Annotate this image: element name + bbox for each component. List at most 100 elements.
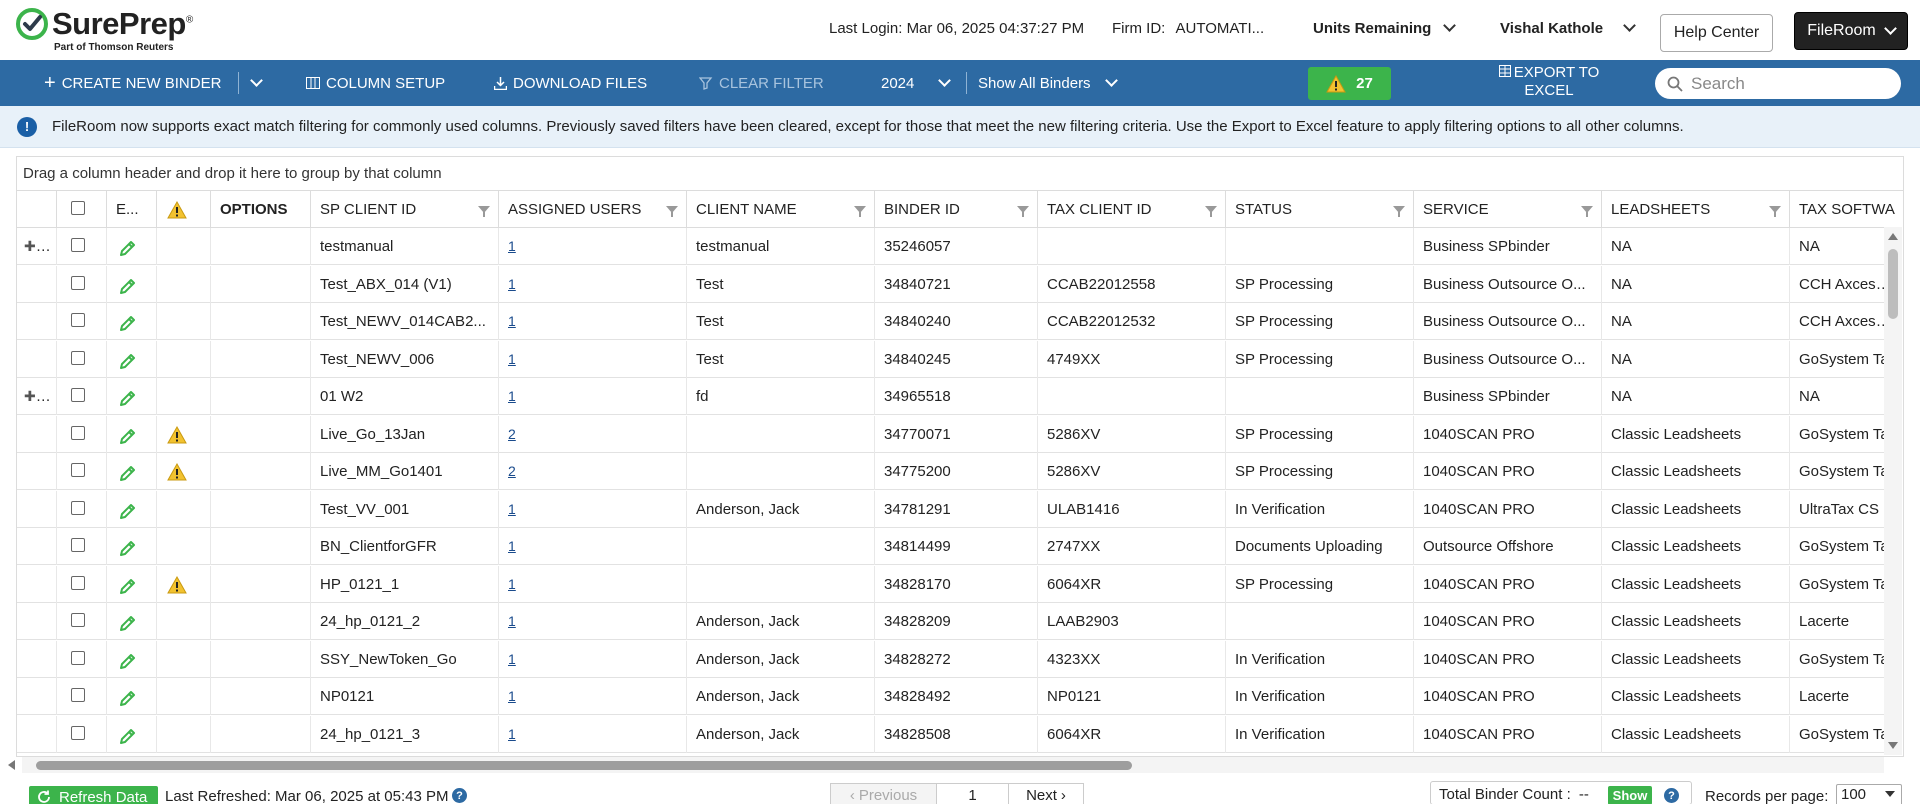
row-checkbox[interactable] — [71, 275, 85, 290]
options-cell[interactable] — [211, 528, 311, 565]
assigned-users-link[interactable]: 1 — [499, 678, 687, 715]
options-cell[interactable] — [211, 490, 311, 528]
assigned-users-link[interactable]: 1 — [499, 490, 687, 528]
filter-icon[interactable] — [1581, 206, 1593, 217]
select-all-checkbox[interactable] — [71, 201, 85, 215]
edit-cell[interactable] — [107, 603, 157, 640]
pencil-icon[interactable] — [118, 238, 138, 258]
row-checkbox[interactable] — [71, 388, 85, 402]
pencil-icon[interactable] — [118, 351, 138, 371]
row-checkbox[interactable] — [71, 538, 85, 552]
year-select[interactable]: 2024 — [881, 60, 952, 106]
edit-cell[interactable] — [107, 228, 157, 265]
row-select-cell[interactable] — [57, 678, 107, 715]
pencil-icon[interactable] — [118, 501, 138, 521]
assigned-users-link[interactable]: 1 — [499, 228, 687, 265]
row-select-cell[interactable] — [57, 490, 107, 528]
user-menu[interactable]: Vishal Kathole — [1500, 19, 1636, 37]
options-cell[interactable] — [211, 715, 311, 753]
pencil-icon[interactable] — [118, 651, 138, 671]
header-assigned-users[interactable]: Assigned Users — [499, 191, 687, 228]
edit-cell[interactable] — [107, 490, 157, 528]
assigned-users-link[interactable]: 1 — [499, 715, 687, 753]
refresh-data-button[interactable]: Refresh Data — [29, 786, 158, 804]
options-cell[interactable] — [211, 678, 311, 715]
assigned-users-link[interactable]: 2 — [499, 415, 687, 453]
table-row[interactable]: 24_hp_0121_2 1 Anderson, Jack 34828209 LAAB2… — [17, 603, 1887, 640]
assigned-users-link[interactable]: 1 — [499, 265, 687, 303]
binder-filter-select[interactable]: Show All Binders — [978, 60, 1118, 106]
table-row[interactable]: ✚ .. 01 W2 1 fd 34965518 Business SPbinder NA N… — [17, 378, 1887, 415]
row-select-cell[interactable] — [57, 265, 107, 303]
next-page-button[interactable]: Next › — [1009, 783, 1084, 804]
header-sp-client-id[interactable]: SP Client ID — [311, 191, 499, 228]
header-status[interactable]: Status — [1226, 191, 1414, 228]
records-per-page-select[interactable]: 100 — [1836, 784, 1902, 804]
warning-count-badge[interactable]: 27 — [1308, 67, 1391, 100]
warning-cell[interactable] — [157, 565, 211, 603]
expand-cell[interactable]: ✚ .. — [17, 378, 57, 415]
options-cell[interactable] — [211, 415, 311, 453]
row-checkbox[interactable] — [71, 725, 85, 740]
pencil-icon[interactable] — [118, 576, 138, 596]
header-warning[interactable] — [157, 191, 211, 228]
pencil-icon[interactable] — [118, 613, 138, 633]
create-binder-button[interactable]: + Create New Binder — [44, 60, 221, 106]
assigned-users-link[interactable]: 1 — [499, 640, 687, 678]
row-checkbox[interactable] — [71, 425, 85, 440]
previous-page-button[interactable]: ‹ Previous — [830, 783, 937, 804]
options-cell[interactable] — [211, 303, 311, 340]
header-service[interactable]: Service — [1414, 191, 1602, 228]
vertical-scroll-thumb[interactable] — [1888, 249, 1898, 319]
filter-icon[interactable] — [1769, 206, 1781, 217]
create-binder-dropdown[interactable] — [246, 60, 267, 106]
filter-icon[interactable] — [1017, 206, 1029, 217]
table-row[interactable]: SSY_NewToken_Go 1 Anderson, Jack 34828272 43… — [17, 640, 1889, 678]
table-row[interactable]: Test_VV_001 1 Anderson, Jack 34781291 ULAB14… — [17, 490, 1887, 528]
clear-filter-button[interactable]: Clear Filter — [699, 60, 824, 106]
filter-icon[interactable] — [1205, 206, 1217, 217]
app-switcher-button[interactable]: FileRoom — [1794, 12, 1908, 50]
row-select-cell[interactable] — [57, 715, 107, 753]
table-row[interactable]: Test_NEWV_014CAB2... 1 Test 34840240 CCAB220… — [17, 303, 1896, 340]
edit-cell[interactable] — [107, 453, 157, 490]
pencil-icon[interactable] — [118, 688, 138, 708]
page-number-input[interactable]: 1 — [937, 783, 1009, 804]
warning-icon[interactable] — [166, 425, 188, 444]
options-cell[interactable] — [211, 340, 311, 378]
table-row[interactable]: Test_ABX_014 (V1) 1 Test 34840721 CCAB220125… — [17, 265, 1896, 303]
header-client-name[interactable]: Client Name — [687, 191, 875, 228]
header-tax-software[interactable]: Tax Softwa — [1790, 191, 1900, 228]
sureprep-logo[interactable]: SurePrep® Part of Thomson Reuters — [16, 6, 196, 54]
scroll-left-arrow[interactable] — [8, 760, 15, 770]
row-checkbox[interactable] — [71, 500, 85, 515]
header-leadsheets[interactable]: Leadsheets — [1602, 191, 1790, 228]
scroll-up-arrow[interactable] — [1888, 233, 1898, 240]
help-center-button[interactable]: Help Center — [1660, 14, 1773, 52]
vertical-scrollbar[interactable] — [1884, 227, 1902, 755]
expand-icon[interactable]: ✚ .. — [24, 388, 47, 404]
assigned-users-link[interactable]: 1 — [499, 303, 687, 340]
edit-cell[interactable] — [107, 528, 157, 565]
help-icon[interactable]: ? — [452, 788, 467, 803]
filter-icon[interactable] — [478, 206, 490, 217]
row-checkbox[interactable] — [71, 650, 85, 665]
edit-cell[interactable] — [107, 265, 157, 303]
pencil-icon[interactable] — [118, 426, 138, 446]
assigned-users-link[interactable]: 1 — [499, 528, 687, 565]
row-select-cell[interactable] — [57, 415, 107, 453]
expand-icon[interactable]: ✚ .. — [24, 238, 47, 254]
warning-icon[interactable] — [166, 462, 188, 481]
options-cell[interactable] — [211, 228, 311, 265]
table-row[interactable]: 24_hp_0121_3 1 Anderson, Jack 34828508 6064X… — [17, 715, 1889, 753]
table-row[interactable]: Live_Go_13Jan 2 34770071 5286XV SP Processin… — [17, 415, 1889, 453]
row-checkbox[interactable] — [71, 613, 85, 627]
header-binder-id[interactable]: Binder ID — [875, 191, 1038, 228]
row-checkbox[interactable] — [71, 463, 85, 477]
row-checkbox[interactable] — [71, 238, 85, 252]
assigned-users-link[interactable]: 1 — [499, 565, 687, 603]
filter-icon[interactable] — [854, 206, 866, 217]
options-cell[interactable] — [211, 453, 311, 490]
horizontal-scroll-thumb[interactable] — [36, 761, 1132, 770]
pencil-icon[interactable] — [118, 388, 138, 408]
